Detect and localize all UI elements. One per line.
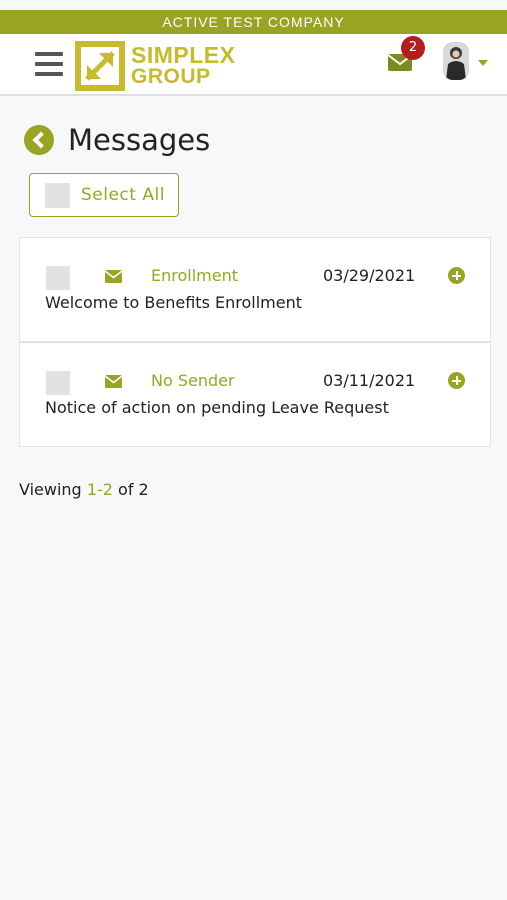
- logo[interactable]: SIMPLEX GROUP: [75, 41, 235, 91]
- chevron-down-icon[interactable]: [478, 60, 488, 66]
- plus-circle-icon[interactable]: [448, 267, 465, 284]
- message-date: 03/29/2021: [323, 266, 416, 285]
- envelope-icon: [105, 270, 122, 283]
- back-chevron-icon[interactable]: [24, 125, 54, 155]
- logo-mark-icon: [75, 41, 125, 91]
- message-date: 03/11/2021: [323, 371, 416, 390]
- logo-line2: GROUP: [131, 65, 211, 88]
- notification-badge: 2: [401, 36, 425, 60]
- plus-circle-icon[interactable]: [448, 372, 465, 389]
- select-all-button[interactable]: Select All: [29, 173, 179, 217]
- select-all-checkbox[interactable]: [45, 182, 70, 208]
- message-row[interactable]: No Sender 03/11/2021 Notice of action on…: [19, 342, 491, 447]
- select-all-label: Select All: [81, 185, 165, 205]
- app-header: SIMPLEX GROUP 2: [0, 34, 507, 96]
- hamburger-icon[interactable]: [35, 52, 63, 78]
- company-banner: ACTIVE TEST COMPANY: [0, 10, 507, 34]
- pagination-range[interactable]: 1-2: [87, 480, 113, 499]
- pagination-suffix: of 2: [118, 480, 149, 499]
- pagination-prefix: Viewing: [19, 480, 82, 499]
- message-checkbox[interactable]: [46, 266, 70, 290]
- message-list: Enrollment 03/29/2021 Welcome to Benefit…: [19, 237, 491, 447]
- message-checkbox[interactable]: [46, 371, 70, 395]
- page-title: Messages: [68, 123, 211, 157]
- message-subject[interactable]: Notice of action on pending Leave Reques…: [45, 398, 389, 417]
- avatar[interactable]: [443, 42, 469, 80]
- logo-line1: SIMPLEX: [131, 42, 236, 68]
- pagination-summary: Viewing 1-2 of 2: [19, 480, 149, 499]
- envelope-icon: [105, 375, 122, 388]
- message-sender: No Sender: [151, 371, 235, 390]
- message-sender: Enrollment: [151, 266, 238, 285]
- page-title-row: Messages: [24, 122, 210, 158]
- logo-text: SIMPLEX GROUP: [131, 42, 236, 88]
- message-subject[interactable]: Welcome to Benefits Enrollment: [45, 293, 302, 312]
- message-row[interactable]: Enrollment 03/29/2021 Welcome to Benefit…: [19, 237, 491, 342]
